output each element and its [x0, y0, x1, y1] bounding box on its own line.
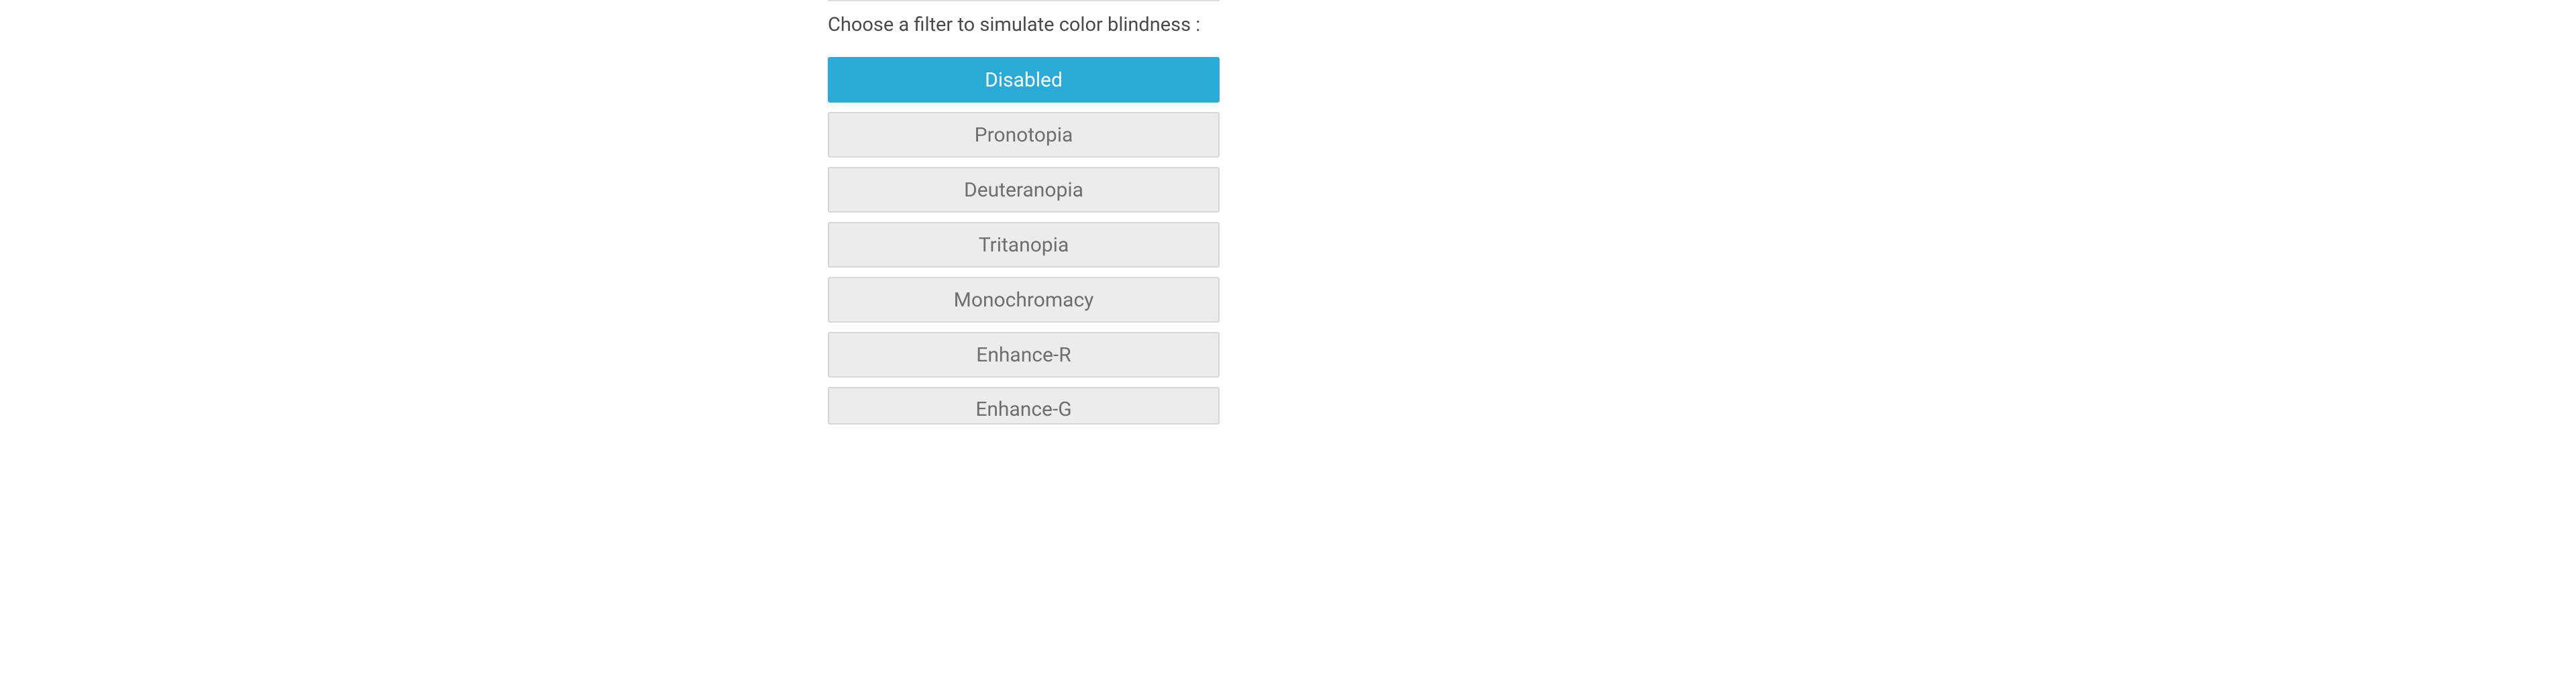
filter-list: Disabled Pronotopia Deuteranopia Tritano…: [828, 57, 1220, 424]
filter-button-label: Pronotopia: [975, 123, 1073, 147]
filter-button-tritanopia[interactable]: Tritanopia: [828, 222, 1220, 268]
color-blindness-filter-panel: Choose a filter to simulate color blindn…: [828, 0, 1220, 424]
filter-button-label: Monochromacy: [954, 288, 1094, 312]
filter-button-enhance-g[interactable]: Enhance-G: [828, 387, 1220, 424]
filter-button-disabled[interactable]: Disabled: [828, 57, 1220, 103]
filter-button-label: Tritanopia: [979, 233, 1069, 257]
filter-prompt: Choose a filter to simulate color blindn…: [828, 12, 1220, 38]
filter-button-label: Deuteranopia: [964, 178, 1083, 202]
filter-button-pronotopia[interactable]: Pronotopia: [828, 112, 1220, 158]
filter-button-label: Enhance-R: [976, 343, 1071, 367]
filter-button-label: Enhance-G: [975, 398, 1071, 421]
filter-button-label: Disabled: [985, 68, 1063, 92]
filter-button-monochromacy[interactable]: Monochromacy: [828, 277, 1220, 323]
filter-button-deuteranopia[interactable]: Deuteranopia: [828, 167, 1220, 213]
panel-divider: [828, 0, 1220, 1]
filter-button-enhance-r[interactable]: Enhance-R: [828, 332, 1220, 378]
